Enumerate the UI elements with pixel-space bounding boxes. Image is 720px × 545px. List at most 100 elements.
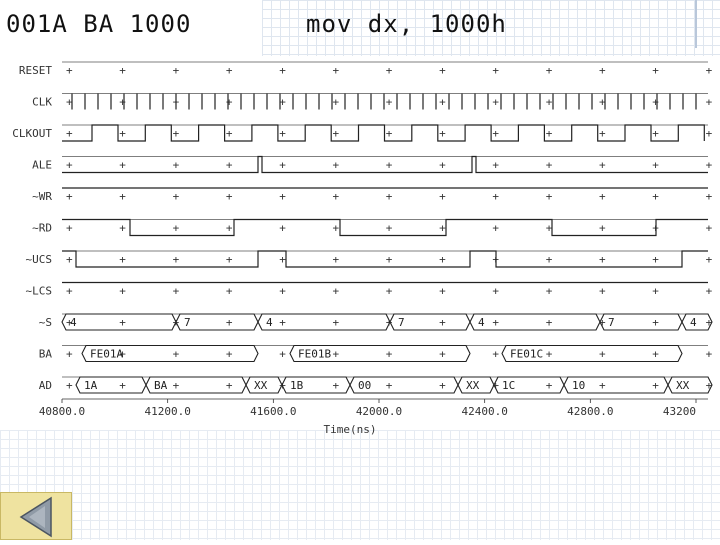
signal-label-ucs: ~UCS	[26, 253, 53, 266]
row-marker: +	[226, 285, 233, 298]
row-marker: +	[492, 348, 499, 361]
row-marker: +	[386, 222, 393, 235]
row-marker: +	[599, 253, 606, 266]
row-marker: +	[492, 127, 499, 140]
row-marker: +	[652, 127, 659, 140]
row-marker: +	[386, 64, 393, 77]
row-marker: +	[119, 64, 126, 77]
x-axis-label: Time(ns)	[324, 423, 377, 436]
row-marker: +	[652, 316, 659, 329]
row-marker: +	[386, 379, 393, 392]
row-marker: +	[333, 285, 340, 298]
s-bus-value: 4	[70, 316, 77, 329]
header-divider	[695, 0, 697, 48]
row-marker: +	[119, 379, 126, 392]
row-marker: +	[599, 159, 606, 172]
row-marker: +	[439, 190, 446, 203]
ba-bus-value: FE01C	[510, 348, 543, 361]
row-marker: +	[173, 253, 180, 266]
x-tick-label: 41600.0	[250, 405, 296, 418]
row-marker: +	[652, 285, 659, 298]
row-marker: +	[492, 285, 499, 298]
signal-label-clkout: CLKOUT	[12, 127, 52, 140]
row-marker: +	[706, 64, 713, 77]
row-marker: +	[119, 159, 126, 172]
row-marker: +	[333, 64, 340, 77]
row-marker: +	[439, 64, 446, 77]
row-marker: +	[706, 348, 713, 361]
row-marker: +	[119, 190, 126, 203]
row-marker: +	[226, 222, 233, 235]
row-marker: +	[119, 222, 126, 235]
row-marker: +	[652, 159, 659, 172]
ad-bus-value: 00	[358, 379, 371, 392]
row-marker: +	[599, 285, 606, 298]
row-marker: +	[386, 253, 393, 266]
signal-label-reset: RESET	[19, 64, 52, 77]
row-marker: +	[439, 96, 446, 109]
row-marker: +	[546, 64, 553, 77]
x-tick-label: 42000.0	[356, 405, 402, 418]
ba-bus-value: FE01B	[298, 348, 331, 361]
row-marker: +	[333, 253, 340, 266]
row-marker: +	[226, 253, 233, 266]
ad-bus-value: BA	[154, 379, 168, 392]
row-marker: +	[173, 159, 180, 172]
signal-label-ad: AD	[39, 379, 52, 392]
row-marker: +	[386, 96, 393, 109]
row-marker: +	[66, 348, 73, 361]
row-marker: +	[546, 348, 553, 361]
row-marker: +	[706, 190, 713, 203]
row-marker: +	[492, 64, 499, 77]
timing-diagram: RESET CLK CLKOUT ALE ~WR ~RD ~UCS ~LCS ~S BA AD + +…	[12, 61, 713, 436]
row-marker: +	[439, 253, 446, 266]
row-marker: +	[652, 190, 659, 203]
signal-label-clk: CLK	[32, 96, 52, 109]
row-marker: +	[706, 159, 713, 172]
row-marker: +	[279, 316, 286, 329]
row-marker: +	[706, 253, 713, 266]
row-marker: +	[333, 316, 340, 329]
row-marker: +	[226, 127, 233, 140]
x-tick-label: 40800.0	[39, 405, 85, 418]
row-marker: +	[652, 379, 659, 392]
row-marker: +	[226, 348, 233, 361]
x-tick-label: 43200	[663, 405, 696, 418]
row-marker: +	[652, 348, 659, 361]
row-marker: +	[173, 348, 180, 361]
previous-slide-button[interactable]	[0, 492, 72, 540]
s-bus-value: 4	[690, 316, 697, 329]
s-bus-value: 7	[184, 316, 191, 329]
ad-bus-value: XX	[466, 379, 480, 392]
row-marker: +	[386, 285, 393, 298]
row-marker: +	[599, 379, 606, 392]
row-marker: +	[439, 379, 446, 392]
row-marker: +	[439, 348, 446, 361]
row-marker: +	[599, 190, 606, 203]
row-marker: +	[706, 222, 713, 235]
row-marker: +	[66, 253, 73, 266]
signal-label-wr: ~WR	[32, 190, 52, 203]
row-marker: +	[333, 222, 340, 235]
row-marker: +	[279, 348, 286, 361]
row-marker: +	[599, 222, 606, 235]
row-marker: +	[173, 127, 180, 140]
ad-bus-value: 1C	[502, 379, 515, 392]
row-marker: +	[386, 190, 393, 203]
row-marker: +	[492, 316, 499, 329]
row-marker: +	[546, 159, 553, 172]
x-tick-label: 42400.0	[461, 405, 507, 418]
s-bus-segment	[469, 313, 601, 331]
row-marker: +	[492, 190, 499, 203]
row-marker: +	[226, 159, 233, 172]
row-marker: +	[333, 348, 340, 361]
row-marker: +	[226, 190, 233, 203]
s-bus-segment	[257, 313, 391, 331]
row-marker: +	[66, 222, 73, 235]
s-bus-value: 4	[478, 316, 485, 329]
row-marker: +	[279, 222, 286, 235]
row-marker: +	[66, 127, 73, 140]
x-tick-label: 42800.0	[567, 405, 613, 418]
row-marker: +	[333, 96, 340, 109]
ad-bus-value: 1A	[84, 379, 98, 392]
